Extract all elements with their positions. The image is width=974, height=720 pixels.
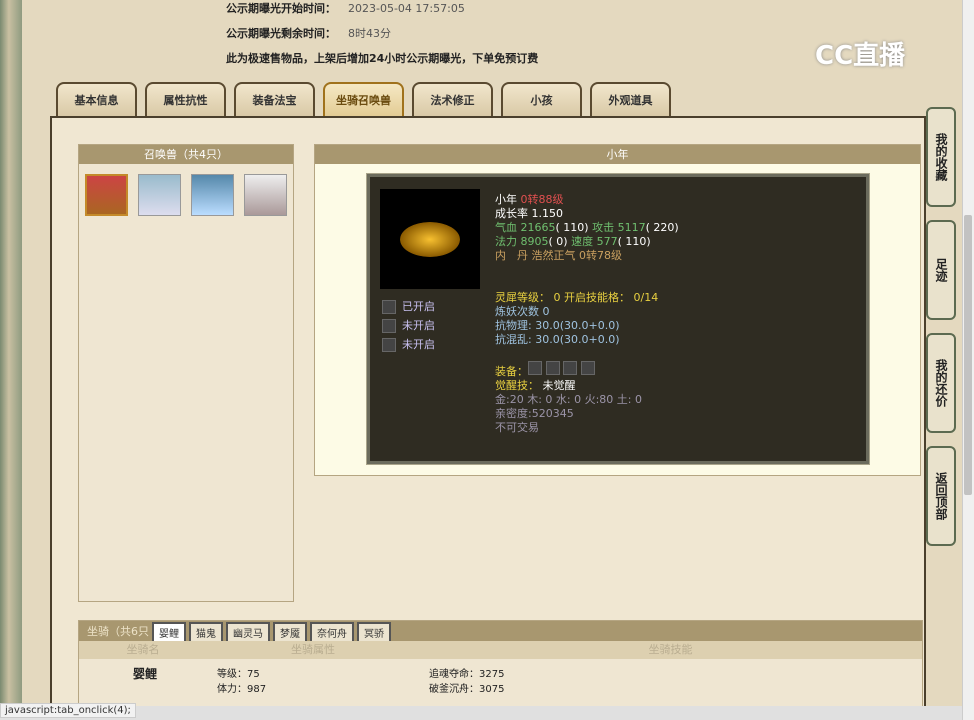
slot-label: 已开启 bbox=[402, 300, 435, 313]
slot-label: 未开启 bbox=[402, 338, 435, 351]
resist-physical: 抗物理: 30.0(30.0+0.0) bbox=[495, 319, 620, 332]
value: 8时43分 bbox=[348, 27, 391, 40]
spd-add: ( 110) bbox=[617, 235, 651, 248]
notice: 此为极速售物品，上架后增加24小时公示期曝光，下单免预订费 bbox=[226, 52, 539, 65]
my-bargain-button[interactable]: 我的还价 bbox=[926, 333, 956, 433]
footprint-button[interactable]: 足迹 bbox=[926, 220, 956, 320]
slot-label: 未开启 bbox=[402, 319, 435, 332]
trade-status: 不可交易 bbox=[495, 421, 539, 434]
pet-avatar[interactable] bbox=[244, 174, 287, 216]
mount-attr: 等级：75 bbox=[217, 669, 260, 680]
expose-remain: 公示期曝光剩余时间： 8时43分 bbox=[226, 25, 391, 41]
left-frame bbox=[0, 0, 22, 720]
spd-label: 速度 bbox=[571, 235, 594, 248]
tab-appearance[interactable]: 外观道具 bbox=[590, 82, 671, 116]
value: 2023-05-04 17:57:05 bbox=[348, 2, 465, 15]
mount-tab[interactable]: 猫鬼 bbox=[189, 622, 223, 641]
mount-tab[interactable]: 婴鲤 bbox=[152, 622, 186, 641]
awaken-label: 觉醒技： bbox=[495, 379, 539, 392]
slot: 未开启 bbox=[382, 335, 435, 354]
pet-list-title: 召唤兽（共4只） bbox=[79, 145, 293, 164]
mp: 8905 bbox=[520, 235, 549, 248]
slot: 未开启 bbox=[382, 316, 435, 335]
back-to-top-button[interactable]: 返回顶部 bbox=[926, 446, 956, 546]
tab-spells[interactable]: 法术修正 bbox=[412, 82, 493, 116]
lianyao: 炼妖次数 0 bbox=[495, 305, 550, 318]
status-bar: javascript:tab_onclick(4); bbox=[0, 703, 136, 718]
hp-add: ( 110) bbox=[555, 221, 589, 234]
hp-label: 气血 bbox=[495, 221, 517, 234]
my-favorites-button[interactable]: 我的收藏 bbox=[926, 107, 956, 207]
expose-start: 公示期曝光开始时间： 2023-05-04 17:57:05 bbox=[226, 0, 465, 16]
label: 公示期曝光开始时间： bbox=[226, 2, 336, 15]
vertical-scrollbar[interactable] bbox=[962, 0, 974, 720]
pet-level: 0转88级 bbox=[520, 193, 564, 206]
tab-basic[interactable]: 基本信息 bbox=[56, 82, 137, 116]
mount-attr: 体力：987 bbox=[217, 684, 267, 695]
tab-equipment[interactable]: 装备法宝 bbox=[234, 82, 315, 116]
mp-add: ( 0) bbox=[548, 235, 568, 248]
pet-avatar[interactable] bbox=[85, 174, 129, 216]
skill-slots: 已开启 未开启 未开启 bbox=[382, 297, 435, 354]
col-skills: 坐骑技能 bbox=[648, 643, 693, 656]
lingxi: 灵犀等级： 0 开启技能格： 0/14 bbox=[495, 291, 659, 304]
pet-stats: 小年 0转88级 成长率 1.150 气血 21665( 110) 攻击 511… bbox=[495, 193, 679, 435]
cc-live-logo: CC直播 bbox=[815, 41, 906, 71]
growth: 成长率 1.150 bbox=[495, 207, 563, 220]
tab-pets[interactable]: 坐骑召唤兽 bbox=[323, 82, 404, 116]
equip-label: 装备： bbox=[495, 365, 528, 378]
atk: 5117 bbox=[617, 221, 646, 234]
mount-tab[interactable]: 梦魇 bbox=[273, 622, 307, 641]
col-attrs: 坐骑属性 bbox=[291, 643, 335, 656]
mount-tab[interactable]: 奈何舟 bbox=[310, 622, 354, 641]
pet-name: 小年 bbox=[495, 193, 517, 206]
label: 公示期曝光剩余时间： bbox=[226, 27, 336, 40]
pet-avatar[interactable] bbox=[191, 174, 234, 216]
mount-skill: 破釜沉舟：3075 bbox=[429, 684, 505, 695]
mount-tab[interactable]: 冥骄 bbox=[357, 622, 391, 641]
mount-name: 婴鲤 bbox=[133, 667, 158, 681]
pet-avatar[interactable] bbox=[138, 174, 182, 216]
elements: 金:20 木: 0 水: 0 火:80 土: 0 bbox=[495, 393, 642, 406]
horizontal-scrollbar[interactable] bbox=[0, 706, 962, 720]
tab-bar: 基本信息 属性抗性 装备法宝 坐骑召唤兽 法术修正 小孩 外观道具 bbox=[56, 82, 671, 116]
pet-image bbox=[380, 189, 480, 289]
mount-skill: 追魂夺命：3275 bbox=[429, 669, 505, 680]
intimacy: 亲密度:520345 bbox=[495, 407, 574, 420]
slot: 已开启 bbox=[382, 297, 435, 316]
scrollbar-thumb[interactable] bbox=[964, 215, 972, 495]
pet-detail-title: 小年 bbox=[315, 145, 920, 164]
mount-title: 坐骑（共6只 bbox=[87, 625, 149, 638]
tab-attributes[interactable]: 属性抗性 bbox=[145, 82, 226, 116]
atk-add: ( 220) bbox=[645, 221, 679, 234]
hp: 21665 bbox=[520, 221, 556, 234]
pet-tooltip: 已开启 未开启 未开启 小年 0转88级 成长率 1.150 气血 21665(… bbox=[366, 173, 870, 465]
tab-children[interactable]: 小孩 bbox=[501, 82, 582, 116]
mp-label: 法力 bbox=[495, 235, 517, 248]
spd: 577 bbox=[596, 235, 618, 248]
atk-label: 攻击 bbox=[592, 221, 615, 234]
resist-chaos: 抗混乱: 30.0(30.0+0.0) bbox=[495, 333, 620, 346]
neidan: 内 丹 浩然正气 0转78级 bbox=[495, 249, 622, 262]
mount-section: 坐骑（共6只 婴鲤 猫鬼 幽灵马 梦魇 奈何舟 冥骄 坐骑名 坐骑属性 坐骑技能… bbox=[78, 620, 923, 720]
pet-list: 召唤兽（共4只） bbox=[78, 144, 294, 602]
awaken-value: 未觉醒 bbox=[542, 379, 576, 392]
mount-tab[interactable]: 幽灵马 bbox=[226, 622, 270, 641]
col-name: 坐骑名 bbox=[126, 643, 160, 656]
